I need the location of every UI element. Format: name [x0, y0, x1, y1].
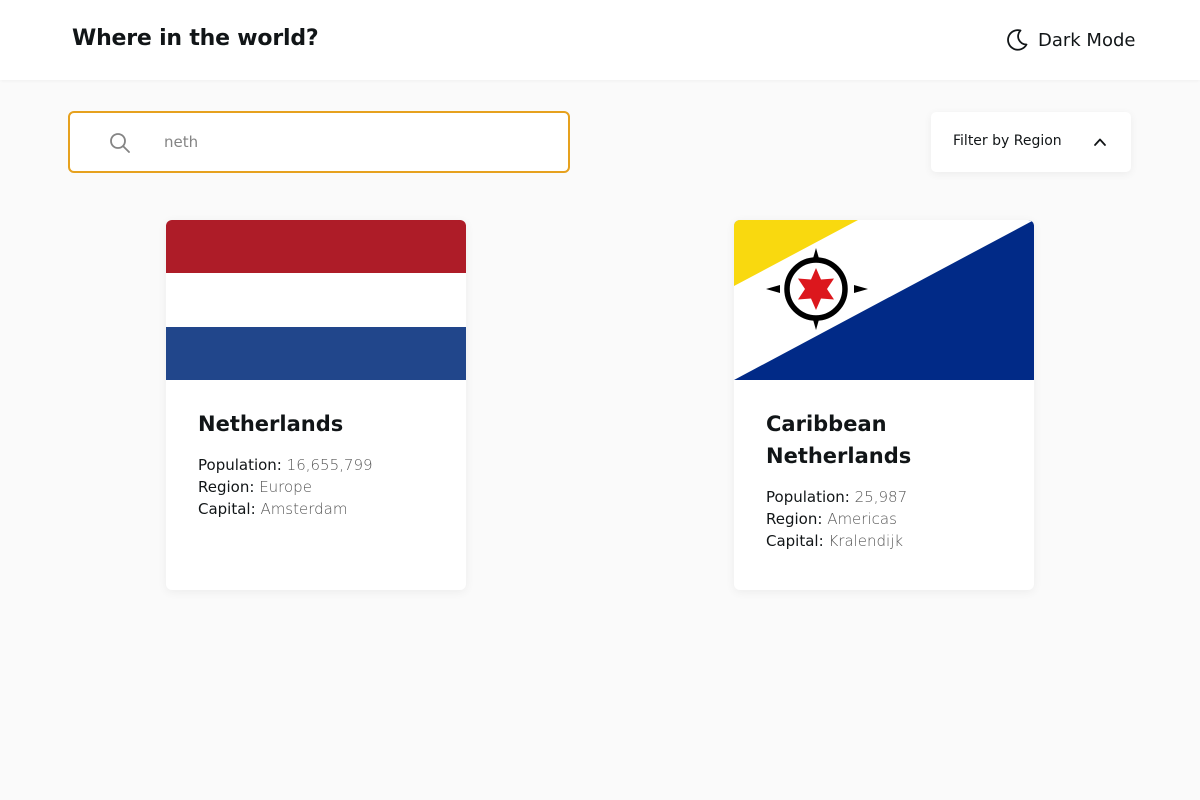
population-value: 16,655,799 [286, 456, 373, 474]
region-filter-dropdown[interactable]: Filter by Region [931, 112, 1131, 172]
bonaire-flag [734, 220, 1034, 380]
population-label: Population: [198, 456, 282, 474]
population-row: Population: 16,655,799 [198, 454, 446, 476]
capital-label: Capital: [766, 532, 824, 550]
country-card-caribbean-netherlands[interactable]: Caribbean Netherlands Population: 25,987… [734, 220, 1034, 590]
dark-mode-label: Dark Mode [1038, 29, 1136, 51]
region-value: Europe [259, 478, 312, 496]
region-row: Region: Europe [198, 476, 446, 498]
capital-row: Capital: Amsterdam [198, 498, 446, 520]
netherlands-flag [166, 220, 466, 380]
chevron-up-icon [1094, 138, 1106, 146]
country-name: Caribbean Netherlands [766, 412, 912, 468]
country-card-netherlands[interactable]: Netherlands Population: 16,655,799 Regio… [166, 220, 466, 590]
top-header: Where in the world? Dark Mode [0, 0, 1200, 80]
dark-mode-toggle[interactable]: Dark Mode [1004, 26, 1135, 54]
region-row: Region: Americas [766, 508, 1014, 530]
population-value: 25,987 [854, 488, 908, 506]
region-label: Region: [766, 510, 823, 528]
population-row: Population: 25,987 [766, 486, 1014, 508]
capital-row: Capital: Kralendijk [766, 530, 1014, 552]
app-title: Where in the world? [72, 26, 319, 51]
capital-value: Kralendijk [828, 532, 904, 550]
region-label: Region: [198, 478, 255, 496]
moon-icon [1007, 29, 1028, 51]
search-box[interactable] [68, 111, 570, 173]
capital-value: Amsterdam [260, 500, 348, 518]
country-name: Netherlands [198, 412, 344, 436]
filter-label: Filter by Region [953, 133, 1062, 149]
capital-label: Capital: [198, 500, 256, 518]
search-input[interactable] [164, 127, 544, 157]
population-label: Population: [766, 488, 850, 506]
search-icon [110, 133, 130, 153]
region-value: Americas [827, 510, 897, 528]
